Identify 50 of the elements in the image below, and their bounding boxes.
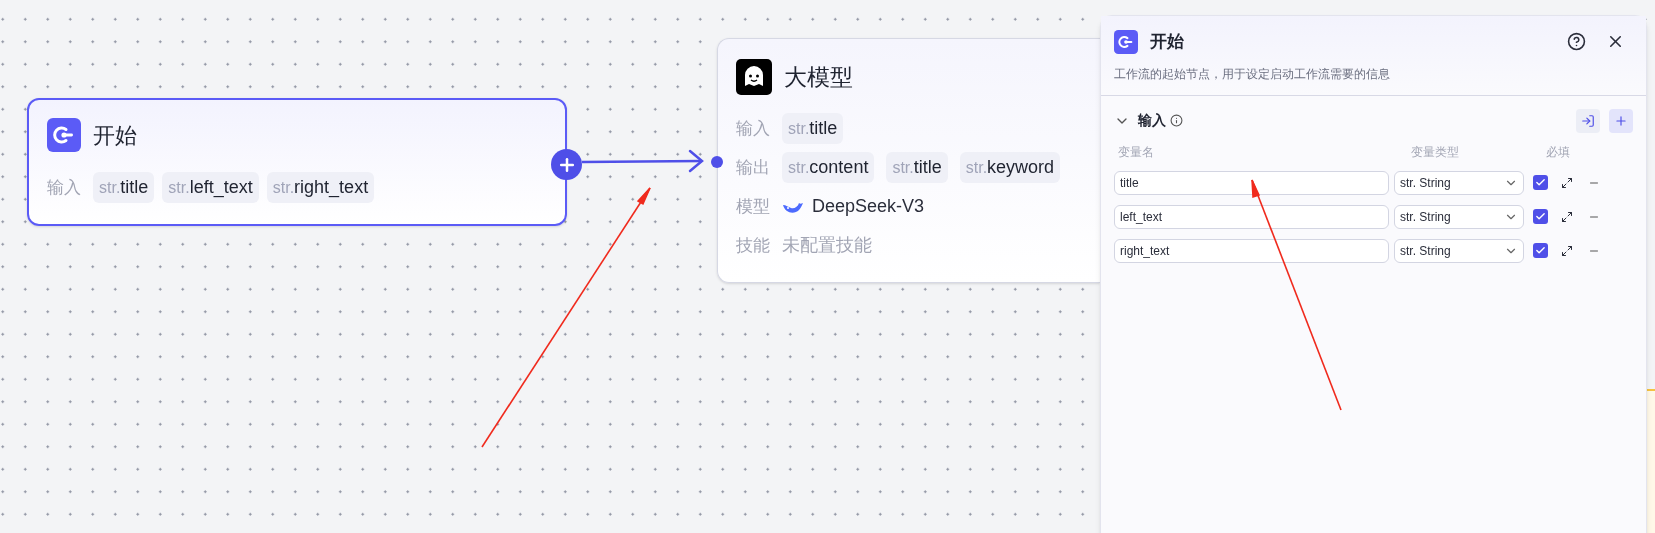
- start-node[interactable]: 开始 输入 str.title str.left_text str.right_text: [27, 98, 567, 226]
- row-label: 模型: [736, 195, 771, 218]
- panel-title: 开始: [1150, 31, 1184, 53]
- model-name: DeepSeek-V3: [812, 195, 925, 218]
- type-select[interactable]: str. String: [1394, 204, 1524, 229]
- variable-name-field[interactable]: left_text: [1114, 204, 1389, 229]
- check-icon: [1535, 177, 1546, 188]
- add-node-button[interactable]: [551, 149, 582, 180]
- section-title: 输入: [1138, 111, 1166, 130]
- node-icon: [47, 118, 81, 152]
- column-header: 必填: [1546, 143, 1570, 161]
- column-header: 变量类型: [1411, 143, 1460, 161]
- variable-tag: str.keyword: [959, 152, 1061, 183]
- expand-icon[interactable]: [1561, 176, 1573, 189]
- type-select[interactable]: str. String: [1394, 170, 1524, 195]
- ghost-icon: [736, 59, 772, 95]
- variable-tag: str.right_text: [266, 172, 375, 203]
- required-checkbox[interactable]: [1533, 243, 1548, 258]
- row-label: 输入: [736, 117, 771, 140]
- row-label: 输入: [47, 176, 81, 199]
- plus-icon: [1614, 113, 1628, 128]
- import-icon: [1581, 113, 1595, 128]
- check-icon: [1535, 211, 1546, 222]
- variable-name-field[interactable]: title: [1114, 170, 1389, 195]
- llm-node[interactable]: 大模型 输入 str.title 输出 str.content str.title str.keyword 模型 DeepSeek-V3 技能 未配置技能: [717, 38, 1100, 283]
- node-title: 大模型: [784, 62, 853, 92]
- required-checkbox[interactable]: [1533, 175, 1548, 190]
- panel-description: 工作流的起始节点，用于设定启动工作流需要的信息: [1114, 65, 1391, 83]
- variable-tag: str.title: [886, 152, 948, 183]
- node-title: 开始: [93, 121, 137, 150]
- info-icon[interactable]: [1170, 114, 1183, 127]
- variable-tag: str.content: [782, 152, 875, 183]
- variable-tag: str.title: [93, 172, 155, 203]
- import-button[interactable]: [1576, 108, 1600, 133]
- input-port[interactable]: [711, 156, 723, 168]
- type-select[interactable]: str. String: [1394, 238, 1524, 263]
- add-button[interactable]: [1609, 108, 1633, 133]
- row-label: 技能: [736, 234, 771, 257]
- node-icon: [1114, 29, 1138, 54]
- required-checkbox[interactable]: [1533, 209, 1548, 224]
- expand-icon[interactable]: [1561, 210, 1573, 223]
- variable-tag: str.title: [782, 113, 844, 144]
- expand-icon[interactable]: [1561, 244, 1573, 257]
- row-label: 输出: [736, 156, 771, 179]
- column-header: 变量名: [1117, 143, 1155, 161]
- variable-name-field[interactable]: right_text: [1114, 238, 1389, 263]
- help-icon[interactable]: [1567, 32, 1586, 52]
- variable-tag: str.left_text: [162, 172, 259, 203]
- check-icon: [1535, 245, 1546, 256]
- empty-value: 未配置技能: [782, 234, 872, 257]
